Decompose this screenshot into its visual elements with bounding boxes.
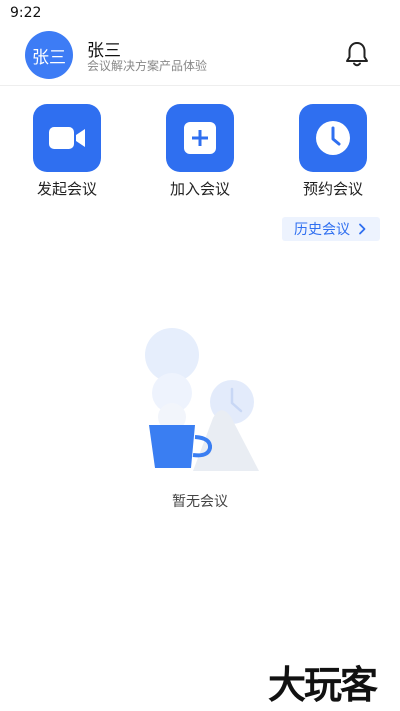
video-camera-icon — [33, 104, 101, 172]
empty-state-text: 暂无会议 — [172, 494, 228, 510]
join-meeting-button[interactable]: 加入会议 — [150, 104, 250, 204]
status-bar: 9:22 — [0, 0, 400, 26]
user-header: 张三 张三 会议解决方案产品体验 — [0, 28, 400, 84]
meeting-actions: 发起会议 加入会议 预约会议 — [0, 104, 400, 204]
avatar[interactable]: 张三 — [25, 31, 73, 79]
empty-state-illustration — [135, 325, 265, 475]
start-meeting-label: 发起会议 — [36, 180, 97, 198]
history-meetings-button[interactable]: 历史会议 — [282, 217, 380, 241]
join-meeting-label: 加入会议 — [169, 180, 230, 198]
schedule-meeting-button[interactable]: 预约会议 — [283, 104, 383, 204]
start-meeting-button[interactable]: 发起会议 — [17, 104, 117, 204]
plus-icon — [166, 104, 234, 172]
schedule-meeting-label: 预约会议 — [302, 180, 363, 198]
bell-icon[interactable] — [344, 40, 370, 68]
history-meetings-label: 历史会议 — [294, 222, 350, 238]
watermark-logo: 大玩客 — [268, 663, 378, 707]
chevron-right-icon — [359, 223, 366, 235]
status-time: 9:22 — [10, 5, 42, 21]
user-subtitle: 会议解决方案产品体验 — [87, 59, 208, 73]
clock-icon — [299, 104, 367, 172]
header-divider — [0, 85, 400, 86]
